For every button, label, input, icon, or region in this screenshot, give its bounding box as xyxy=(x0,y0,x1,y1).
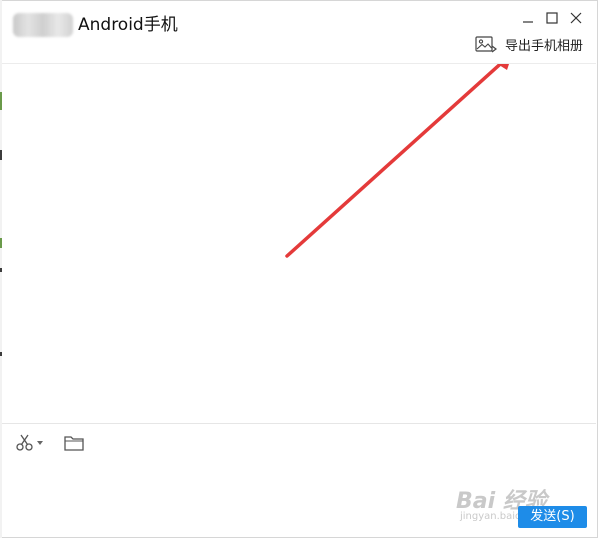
input-toolbar xyxy=(15,433,85,453)
chat-window: Android手机 导出手机相册 Bai 经验 jingyan.baidu.co… xyxy=(0,0,598,538)
send-button[interactable]: 发送(S) xyxy=(518,506,587,528)
minimize-button[interactable] xyxy=(519,9,537,27)
chevron-down-icon[interactable] xyxy=(37,440,43,446)
annotation-arrow xyxy=(285,64,509,258)
image-export-icon xyxy=(475,35,497,52)
window-controls xyxy=(519,9,585,27)
close-button[interactable] xyxy=(567,9,585,27)
folder-icon xyxy=(64,436,84,451)
input-divider xyxy=(2,423,596,424)
contact-avatar[interactable] xyxy=(13,13,73,37)
scissors-icon xyxy=(16,434,33,451)
maximize-button[interactable] xyxy=(543,9,561,27)
left-edge xyxy=(0,0,2,538)
maximize-icon xyxy=(546,12,558,24)
send-file-button[interactable] xyxy=(63,433,85,453)
message-area[interactable] xyxy=(2,64,596,422)
export-album-label: 导出手机相册 xyxy=(504,39,583,54)
export-album-button[interactable]: 导出手机相册 xyxy=(475,35,583,54)
screenshot-button[interactable] xyxy=(15,433,43,453)
close-icon xyxy=(570,12,582,24)
window-title: Android手机 xyxy=(78,15,178,35)
minimize-icon xyxy=(523,21,533,23)
